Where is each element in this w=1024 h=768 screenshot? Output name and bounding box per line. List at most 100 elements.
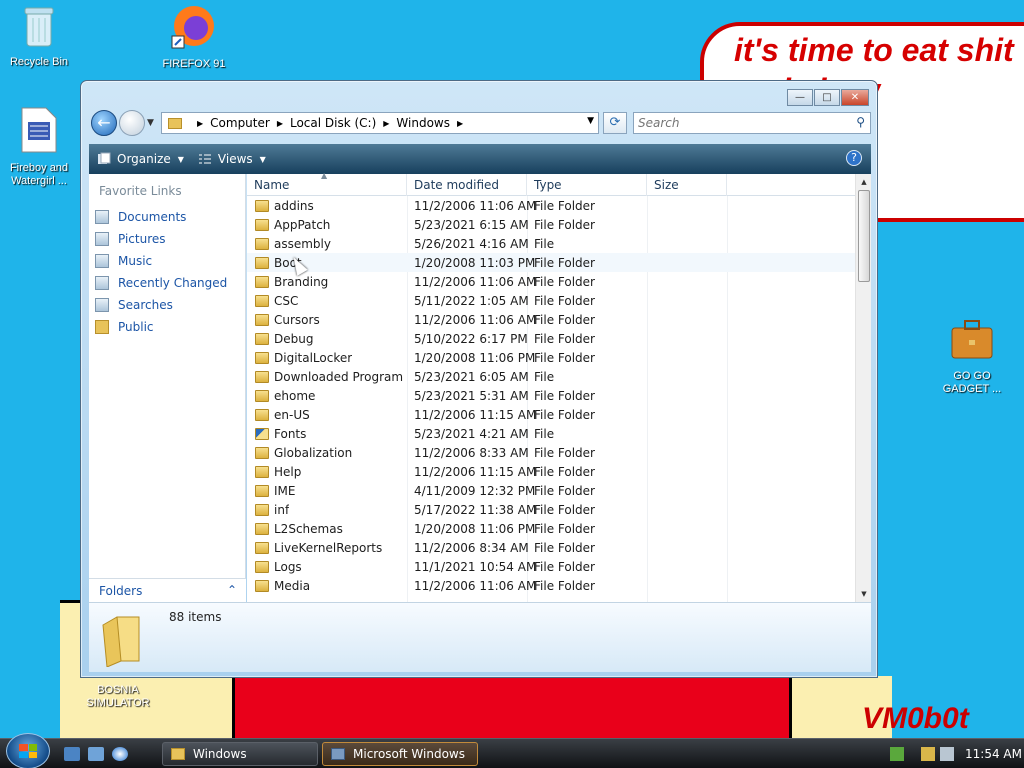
breadcrumb-separator-icon[interactable]: ▶ bbox=[277, 119, 283, 128]
scroll-down-icon[interactable]: ▼ bbox=[856, 586, 872, 602]
column-header-type[interactable]: Type bbox=[527, 174, 647, 196]
breadcrumb-computer[interactable]: Computer bbox=[210, 116, 270, 130]
desktop-icon-bosnia[interactable]: BOSNIA SIMULATOR bbox=[80, 684, 156, 710]
favorite-link-label: Pictures bbox=[118, 232, 166, 246]
file-name: Branding bbox=[274, 274, 329, 289]
file-row[interactable]: Branding 11/2/2006 11:06 AM File Folder bbox=[247, 272, 855, 291]
desktop-icon-gadget[interactable]: GO GO GADGET ... bbox=[934, 316, 1010, 396]
file-date: 11/1/2021 10:54 AM bbox=[414, 559, 537, 574]
network-icon[interactable] bbox=[890, 747, 904, 761]
column-header-date[interactable]: Date modified bbox=[407, 174, 527, 196]
help-button[interactable]: ? bbox=[846, 150, 862, 166]
file-row[interactable]: LiveKernelReports 11/2/2006 8:34 AM File F… bbox=[247, 538, 855, 557]
file-name: AppPatch bbox=[274, 217, 331, 232]
breadcrumb-windows[interactable]: Windows bbox=[396, 116, 450, 130]
app-icon bbox=[331, 748, 345, 760]
address-dropdown-icon[interactable]: ▼ bbox=[587, 116, 594, 126]
search-icon[interactable]: ⚲ bbox=[856, 115, 865, 129]
file-row[interactable]: en-US 11/2/2006 11:15 AM File Folder bbox=[247, 405, 855, 424]
organize-button[interactable]: Organize ▼ bbox=[97, 152, 184, 166]
favorite-link-music[interactable]: Music bbox=[95, 250, 227, 272]
maximize-button[interactable]: □ bbox=[814, 89, 840, 106]
breadcrumb-separator-icon[interactable]: ▶ bbox=[197, 119, 203, 128]
column-header-size[interactable]: Size bbox=[647, 174, 727, 196]
views-label: Views bbox=[217, 152, 253, 166]
minimize-button[interactable]: — bbox=[787, 89, 813, 106]
vertical-scrollbar[interactable]: ▲ ▼ bbox=[855, 174, 871, 602]
favorite-link-searches[interactable]: Searches bbox=[95, 294, 227, 316]
scroll-up-icon[interactable]: ▲ bbox=[856, 174, 872, 190]
scrollbar-thumb[interactable] bbox=[858, 190, 870, 282]
taskbar-item-microsoft-windows[interactable]: Microsoft Windows bbox=[322, 742, 478, 766]
folder-icon bbox=[255, 351, 269, 364]
folder-icon bbox=[255, 560, 269, 573]
clock[interactable]: 11:54 AM bbox=[965, 747, 1022, 761]
taskbar: Windows Microsoft Windows 11:54 AM bbox=[0, 733, 1024, 768]
speaker-icon[interactable] bbox=[940, 747, 954, 761]
show-desktop-icon[interactable] bbox=[64, 747, 80, 761]
folder-icon bbox=[255, 275, 269, 288]
refresh-button[interactable]: ⟳ bbox=[603, 112, 627, 134]
file-row[interactable]: IME 4/11/2009 12:32 PM File Folder bbox=[247, 481, 855, 500]
breadcrumb-separator-icon[interactable]: ▶ bbox=[383, 119, 389, 128]
file-row[interactable]: Help 11/2/2006 11:15 AM File Folder bbox=[247, 462, 855, 481]
favorite-link-label: Public bbox=[118, 320, 154, 334]
file-row[interactable]: Cursors 11/2/2006 11:06 AM File Folder bbox=[247, 310, 855, 329]
folder-icon bbox=[255, 484, 269, 497]
file-row[interactable]: AppPatch 5/23/2021 6:15 AM File Folder bbox=[247, 215, 855, 234]
file-row[interactable]: Media 11/2/2006 11:06 AM File Folder bbox=[247, 576, 855, 595]
file-row[interactable]: Downloaded Program ... 5/23/2021 6:05 AM F… bbox=[247, 367, 855, 386]
forward-button[interactable] bbox=[119, 110, 145, 136]
file-row[interactable]: Fonts 5/23/2021 4:21 AM File bbox=[247, 424, 855, 443]
file-row[interactable]: Logs 11/1/2021 10:54 AM File Folder bbox=[247, 557, 855, 576]
file-row[interactable]: addins 11/2/2006 11:06 AM File Folder bbox=[247, 196, 855, 215]
start-button[interactable] bbox=[6, 733, 50, 768]
file-type: File Folder bbox=[534, 521, 595, 536]
file-row[interactable]: Boot 1/20/2008 11:03 PM File Folder bbox=[247, 253, 855, 272]
favorite-link-pictures[interactable]: Pictures bbox=[95, 228, 227, 250]
file-row[interactable]: DigitalLocker 1/20/2008 11:06 PM File Fold… bbox=[247, 348, 855, 367]
file-name: LiveKernelReports bbox=[274, 540, 383, 555]
column-header-name[interactable]: ▲ Name bbox=[247, 171, 407, 196]
address-bar[interactable]: ▶ Computer ▶ Local Disk (C:) ▶ Windows ▶… bbox=[161, 112, 599, 134]
desktop-icon-fireboy[interactable]: Fireboy and Watergirl ... bbox=[1, 106, 77, 188]
search-box[interactable]: ⚲ bbox=[633, 112, 871, 134]
file-row[interactable]: assembly 5/26/2021 4:16 AM File bbox=[247, 234, 855, 253]
file-row[interactable]: Debug 5/10/2022 6:17 PM File Folder bbox=[247, 329, 855, 348]
desktop-icon-label: BOSNIA SIMULATOR bbox=[86, 684, 150, 709]
breadcrumb-local-disk[interactable]: Local Disk (C:) bbox=[290, 116, 376, 130]
views-button[interactable]: Views ▼ bbox=[198, 152, 266, 166]
favorite-link-documents[interactable]: Documents bbox=[95, 206, 227, 228]
switch-windows-icon[interactable] bbox=[88, 747, 104, 761]
folders-toggle[interactable]: Folders ⌃ bbox=[89, 578, 246, 602]
file-row[interactable]: CSC 5/11/2022 1:05 AM File Folder bbox=[247, 291, 855, 310]
file-row[interactable]: Globalization 11/2/2006 8:33 AM File Folde… bbox=[247, 443, 855, 462]
favorite-link-public[interactable]: Public bbox=[95, 316, 227, 338]
file-date: 5/23/2021 5:31 AM bbox=[414, 388, 529, 403]
desktop-icon-label: GO GO GADGET ... bbox=[942, 370, 1002, 395]
file-row[interactable]: ehome 5/23/2021 5:31 AM File Folder bbox=[247, 386, 855, 405]
file-type: File Folder bbox=[534, 274, 595, 289]
security-icon[interactable] bbox=[921, 747, 935, 761]
close-button[interactable]: ✕ bbox=[841, 89, 869, 106]
folder-icon bbox=[255, 408, 269, 421]
desktop-icon-firefox[interactable]: FIREFOX 91 bbox=[156, 2, 232, 71]
taskbar-item-windows[interactable]: Windows bbox=[162, 742, 318, 766]
file-row[interactable]: inf 5/17/2022 11:38 AM File Folder bbox=[247, 500, 855, 519]
search-input[interactable] bbox=[634, 113, 834, 133]
file-row[interactable]: L2Schemas 1/20/2008 11:06 PM File Folder bbox=[247, 519, 855, 538]
navigation-bar: ← ▼ ▶ Computer ▶ Local Disk (C:) ▶ Windo… bbox=[89, 110, 871, 138]
recent-pages-dropdown[interactable]: ▼ bbox=[147, 118, 154, 128]
internet-explorer-icon[interactable] bbox=[112, 747, 128, 761]
breadcrumb-separator-icon[interactable]: ▶ bbox=[457, 119, 463, 128]
favorite-link-recently-changed[interactable]: Recently Changed bbox=[95, 272, 227, 294]
desktop-icon-recycle-bin[interactable]: Recycle Bin bbox=[1, 4, 77, 69]
file-name: Cursors bbox=[274, 312, 320, 327]
command-bar: Organize ▼ Views ▼ ? bbox=[89, 144, 871, 174]
column-header-label: Size bbox=[654, 178, 679, 192]
file-type: File Folder bbox=[534, 578, 595, 593]
folder-icon bbox=[255, 389, 269, 402]
back-button[interactable]: ← bbox=[91, 110, 117, 136]
file-date: 5/10/2022 6:17 PM bbox=[414, 331, 528, 346]
file-type: File Folder bbox=[534, 483, 595, 498]
